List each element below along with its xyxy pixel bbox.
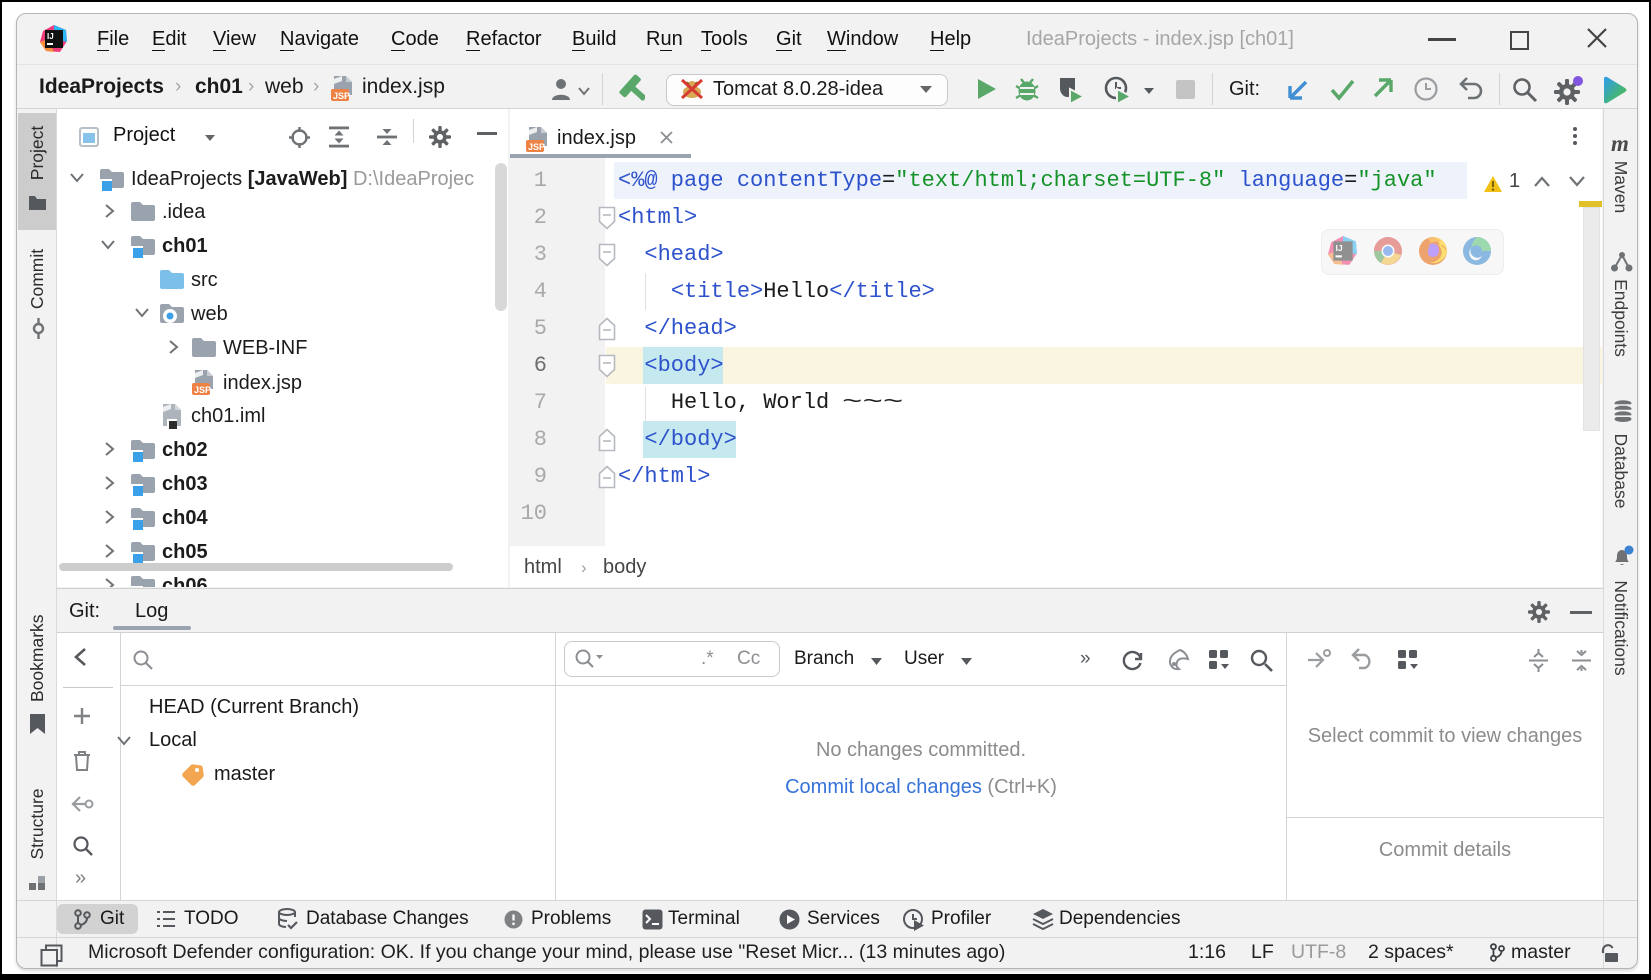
svg-text:JSP: JSP — [194, 385, 211, 395]
svg-text:JSP: JSP — [333, 91, 350, 101]
svg-text:IJ: IJ — [1336, 243, 1343, 253]
svg-text:JSP: JSP — [528, 142, 545, 152]
svg-text:IJ: IJ — [47, 32, 54, 41]
